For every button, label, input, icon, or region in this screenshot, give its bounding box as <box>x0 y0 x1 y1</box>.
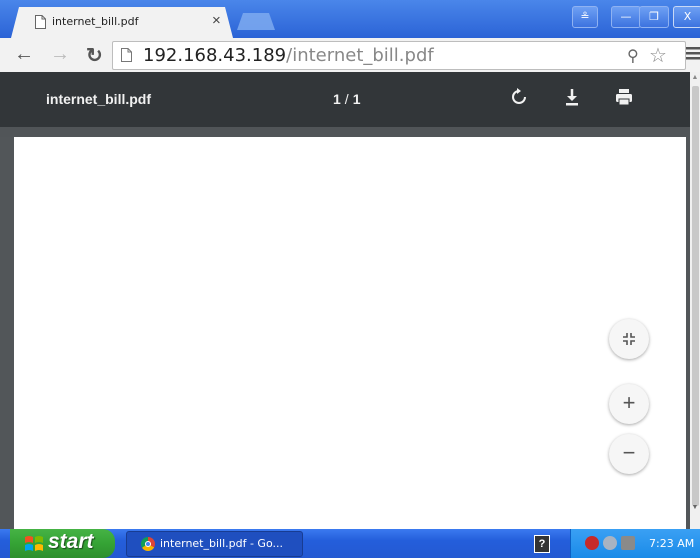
pdf-page <box>14 137 686 529</box>
windows-logo-icon <box>25 536 43 551</box>
scroll-down-arrow-icon[interactable]: ▼ <box>690 504 700 511</box>
taskbar: start internet_bill.pdf - Go... ? 7:23 A… <box>0 529 700 558</box>
download-icon[interactable] <box>561 86 583 108</box>
rotate-icon[interactable] <box>508 86 530 108</box>
security-shield-icon[interactable] <box>585 536 599 550</box>
title-bar: internet_bill.pdf × ≗ — ❐ X <box>0 0 700 38</box>
total-pages: 1 <box>352 91 361 107</box>
zoom-icon[interactable]: ⚲ <box>627 46 639 66</box>
page-indicator: 1/1 <box>333 91 360 107</box>
document-icon <box>35 15 46 29</box>
system-tray: 7:23 AM <box>570 529 700 558</box>
print-icon[interactable] <box>613 86 635 108</box>
url-text[interactable]: 192.168.43.189/internet_bill.pdf <box>143 45 434 66</box>
page-icon <box>121 48 132 62</box>
star-icon[interactable]: ☆ <box>649 43 667 68</box>
back-arrow-icon[interactable]: ← <box>14 43 34 66</box>
start-label: start <box>48 530 94 553</box>
scroll-up-arrow-icon[interactable]: ▲ <box>690 74 700 81</box>
tab-close-icon[interactable]: × <box>212 12 221 29</box>
new-tab-button[interactable] <box>237 13 275 30</box>
start-button[interactable]: start <box>10 529 115 558</box>
clock[interactable]: 7:23 AM <box>649 537 694 550</box>
maximize-button[interactable]: ❐ <box>639 6 669 28</box>
browser-toolbar: ← → ↻ 192.168.43.189/internet_bill.pdf ⚲… <box>0 38 700 73</box>
toolbar-shadow <box>0 127 690 137</box>
reload-icon[interactable]: ↻ <box>86 43 103 68</box>
fit-to-page-button[interactable] <box>609 319 649 359</box>
close-window-button[interactable]: X <box>673 6 700 28</box>
fit-to-page-icon <box>623 333 635 345</box>
network-icon[interactable] <box>621 536 635 550</box>
pdf-toolbar: internet_bill.pdf 1/1 <box>0 72 690 127</box>
browser-tab[interactable]: internet_bill.pdf × <box>11 7 233 38</box>
chrome-icon <box>141 537 155 551</box>
tab-title: internet_bill.pdf <box>52 15 139 28</box>
document-viewport[interactable] <box>0 137 690 529</box>
scroll-thumb[interactable] <box>692 86 699 506</box>
current-page[interactable]: 1 <box>333 91 341 107</box>
volume-icon[interactable] <box>603 536 617 550</box>
url-path: /internet_bill.pdf <box>286 45 434 66</box>
forward-arrow-icon[interactable]: → <box>50 43 70 66</box>
pdf-title: internet_bill.pdf <box>46 91 151 107</box>
url-host: 192.168.43.189 <box>143 45 287 66</box>
minimize-button[interactable]: — <box>611 6 641 28</box>
zoom-out-button[interactable]: − <box>609 434 649 474</box>
taskbar-item-label: internet_bill.pdf - Go... <box>160 537 283 550</box>
page-separator: / <box>344 91 349 107</box>
address-bar[interactable]: 192.168.43.189/internet_bill.pdf ⚲ ☆ <box>112 41 686 70</box>
taskbar-item-chrome[interactable]: internet_bill.pdf - Go... <box>126 531 303 557</box>
vertical-scrollbar[interactable]: ▲ ▼ <box>690 72 700 529</box>
zoom-in-button[interactable]: + <box>609 384 649 424</box>
menu-icon[interactable] <box>684 44 700 62</box>
user-profile-button[interactable]: ≗ <box>572 6 598 28</box>
help-icon[interactable]: ? <box>534 535 550 553</box>
